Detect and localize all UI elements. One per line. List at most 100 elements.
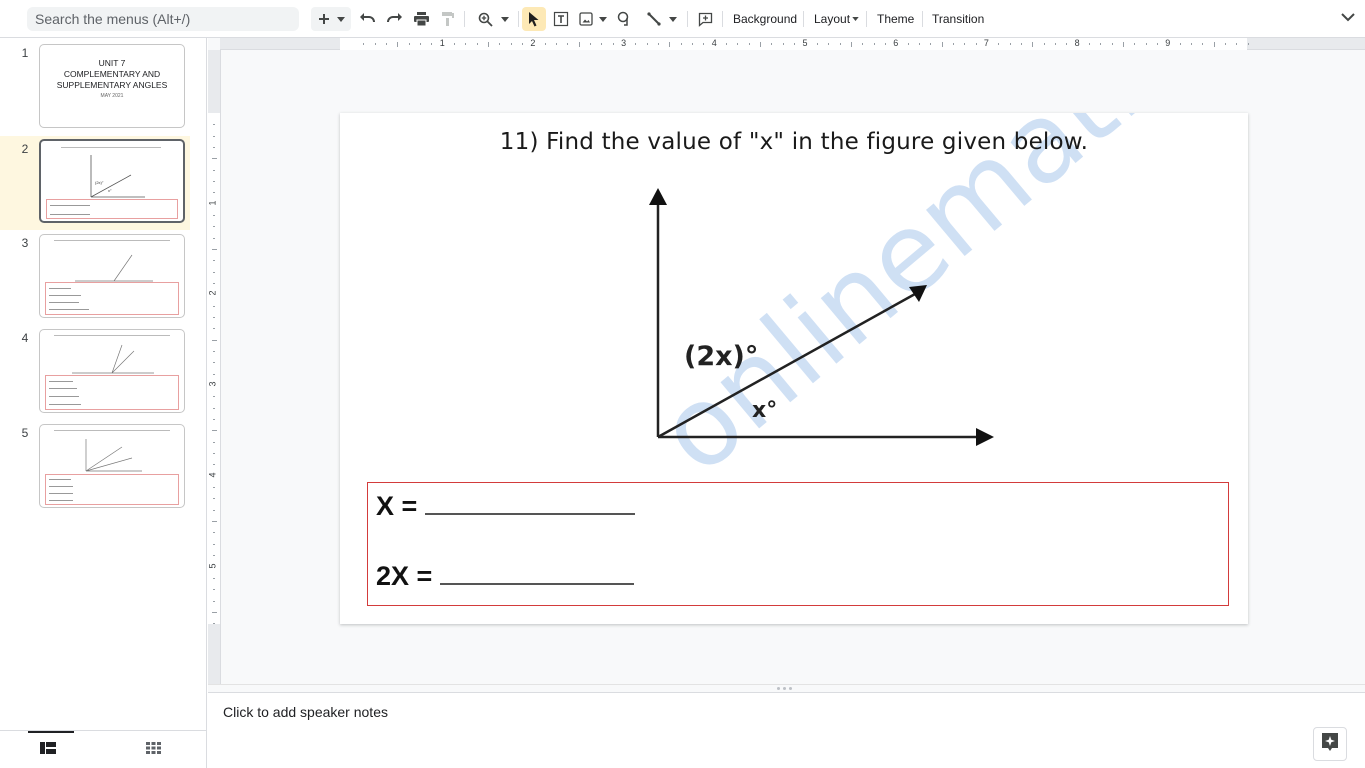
speaker-notes-panel[interactable]: Click to add speaker notes <box>208 693 1365 768</box>
ruler-number: 3 <box>621 38 627 48</box>
answer-x: X = <box>376 491 636 522</box>
answer-label: X = <box>376 491 418 521</box>
ruler-tick <box>612 43 614 45</box>
theme-button[interactable]: Theme <box>871 7 920 31</box>
question-title: 11) Find the value of "x" in the figure … <box>499 129 1089 155</box>
ruler-tick <box>862 43 864 45</box>
ruler-tick <box>567 43 569 45</box>
ruler-tick <box>964 43 966 45</box>
ruler-tick <box>760 42 762 47</box>
new-slide-button[interactable] <box>311 7 351 31</box>
ruler-tick <box>213 498 215 500</box>
ruler-tick <box>213 215 215 217</box>
ruler-tick <box>386 43 387 45</box>
slide-preview: (2x)° x° <box>39 139 185 223</box>
ruler-tick <box>669 42 671 47</box>
ruler-tick <box>1122 42 1124 47</box>
shape-button[interactable] <box>615 7 635 31</box>
slide-thumbnail-1[interactable]: 1 UNIT 7 COMPLEMENTARY AND SUPPLEMENTARY… <box>0 42 190 136</box>
ruler-tick <box>213 600 215 602</box>
ruler-tick <box>828 43 830 45</box>
print-button[interactable] <box>411 7 431 31</box>
svg-text:(2x)°: (2x)° <box>95 180 104 185</box>
ruler-tick <box>1020 43 1022 45</box>
ruler-tick <box>1043 43 1045 45</box>
thumb-answer-line <box>49 302 79 303</box>
thumb-answer-line <box>49 396 79 397</box>
zoom-button[interactable] <box>473 7 513 31</box>
ruler-tick <box>1213 42 1215 47</box>
slide-number: 3 <box>21 236 29 250</box>
ruler-tick <box>1236 43 1238 45</box>
ruler-tick <box>884 43 886 45</box>
thumb-answer-line <box>49 381 73 382</box>
ruler-tick <box>544 43 546 45</box>
ruler-tick <box>213 464 215 466</box>
ruler-tick <box>952 43 954 45</box>
slide-preview <box>39 424 185 508</box>
collapse-toolbar-button[interactable] <box>1341 9 1355 27</box>
ruler-number: 3 <box>207 381 218 387</box>
dropdown-arrow-icon <box>852 17 859 21</box>
ruler-tick <box>213 453 215 455</box>
ruler-number: 4 <box>711 38 717 48</box>
line-button[interactable] <box>644 7 680 31</box>
speaker-notes-placeholder[interactable]: Click to add speaker notes <box>223 704 388 720</box>
ruler-tick <box>213 543 215 545</box>
toolbar-divider <box>866 11 867 27</box>
transition-button[interactable]: Transition <box>926 7 990 31</box>
ruler-tick <box>578 42 580 47</box>
ruler-tick <box>213 362 215 364</box>
ruler-tick <box>839 43 841 45</box>
redo-button[interactable] <box>385 7 405 31</box>
ruler-tick <box>213 555 215 557</box>
slide-preview <box>39 329 185 413</box>
ruler-tick <box>1190 43 1192 45</box>
layout-button[interactable]: Layout <box>808 7 865 31</box>
ruler-tick <box>1054 43 1056 45</box>
ruler-tick <box>213 169 215 171</box>
ruler-tick <box>601 43 603 45</box>
grid-view-button[interactable] <box>146 741 164 757</box>
vertical-ruler[interactable]: 1 2 3 4 5 <box>208 50 221 684</box>
horizontal-ruler[interactable]: 1 2 3 4 5 6 7 8 9 <box>220 38 1365 50</box>
slide-thumbnail-5[interactable]: 5 <box>0 422 190 516</box>
thumb-question <box>54 240 170 241</box>
slide-thumbnail-3[interactable]: 3 <box>0 232 190 326</box>
ruler-page-area <box>208 113 220 624</box>
add-comment-button[interactable] <box>695 7 715 31</box>
undo-button[interactable] <box>357 7 377 31</box>
thumb-answer-box <box>45 474 179 505</box>
thumb-answer-box <box>46 199 178 219</box>
thumb-title-line: COMPLEMENTARY AND <box>63 69 161 79</box>
toolbar-divider <box>803 11 804 27</box>
ruler-tick <box>213 283 215 285</box>
ruler-tick <box>907 43 909 45</box>
slide-thumbnail-2[interactable]: 2 (2x)° x° <box>0 136 190 230</box>
ruler-number: 6 <box>893 38 899 48</box>
text-box-button[interactable] <box>551 7 571 31</box>
explore-assist-button[interactable] <box>1313 727 1347 761</box>
ruler-tick <box>703 43 705 45</box>
arrowhead-icon <box>649 188 667 205</box>
thumb-answer-line <box>50 214 90 215</box>
background-button[interactable]: Background <box>727 7 803 31</box>
toolbar-divider <box>722 11 723 27</box>
ruler-tick <box>213 305 215 307</box>
select-tool-button[interactable] <box>522 7 546 31</box>
paint-format-button[interactable] <box>439 7 457 31</box>
filmstrip-view-button[interactable] <box>40 741 58 757</box>
notes-resize-handle[interactable] <box>208 684 1365 693</box>
search-menus-input[interactable]: Search the menus (Alt+/) <box>27 7 299 31</box>
ruler-tick <box>213 509 215 511</box>
thumb-answer-line <box>49 486 73 487</box>
chevron-down-icon <box>1341 9 1355 26</box>
ruler-tick <box>590 43 592 45</box>
ruler-tick <box>408 43 410 45</box>
current-slide[interactable]: onlinemath4all (2x)° x° 11) Find the val… <box>340 113 1248 624</box>
answer-2x: 2X = <box>376 561 635 592</box>
slide-thumbnail-4[interactable]: 4 <box>0 327 190 421</box>
insert-image-button[interactable] <box>578 7 608 31</box>
slide-number: 5 <box>21 426 29 440</box>
ruler-tick <box>213 271 215 273</box>
